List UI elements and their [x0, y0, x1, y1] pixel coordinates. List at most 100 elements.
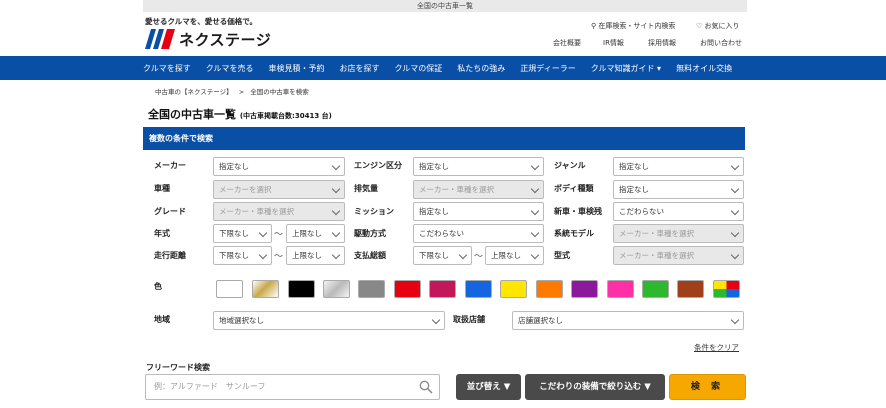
- color-swatch-orange[interactable]: [536, 280, 563, 298]
- heart-icon: ♡: [696, 22, 703, 30]
- nav-item-dealers[interactable]: 正規ディーラー: [520, 63, 575, 74]
- series-select[interactable]: メーカー・車種を選択: [613, 224, 744, 243]
- equipment-filter-button[interactable]: こだわりの装備で絞り込む ▼: [525, 374, 665, 400]
- color-swatch-other[interactable]: [713, 280, 740, 298]
- mileage-max-select[interactable]: 上限なし: [286, 246, 345, 265]
- grade-label: グレード: [154, 207, 186, 216]
- freeword-placeholder: 例：アルファード サンルーフ: [154, 382, 266, 391]
- total-range-tilde: 〜: [474, 252, 484, 262]
- body-label: ボディ種類: [554, 184, 594, 193]
- listing-count: (中古車掲載台数:30413 台): [239, 112, 332, 120]
- mission-select[interactable]: 指定なし: [413, 202, 544, 221]
- favorites-link[interactable]: ♡ お気に入り: [696, 21, 740, 31]
- store-select[interactable]: 店舗選択なし: [512, 311, 744, 330]
- genre-select[interactable]: 指定なし: [613, 157, 744, 176]
- search-section-header: 複数の条件で検索: [143, 127, 745, 150]
- total-label: 支払総額: [354, 251, 386, 260]
- recruit-link[interactable]: 採用情報: [648, 38, 676, 48]
- mileage-min-select[interactable]: 下限なし: [213, 246, 272, 265]
- clear-conditions-link[interactable]: 条件をクリア: [694, 342, 739, 353]
- color-swatch-gray[interactable]: [358, 280, 385, 298]
- nav-item-guide[interactable]: クルマ知識ガイド ▾: [591, 63, 661, 74]
- page-title-text: 全国の中古車一覧: [148, 108, 236, 121]
- top-banner: 全国の中古車一覧: [0, 0, 886, 12]
- tagline: 愛せるクルマを、愛せる価格で。: [145, 17, 257, 26]
- displacement-label: 排気量: [354, 184, 378, 193]
- type-label: 型式: [554, 251, 570, 260]
- company-link[interactable]: 会社概要: [553, 38, 581, 48]
- nav-item-buy[interactable]: クルマを探す: [143, 63, 191, 74]
- color-swatch-white[interactable]: [216, 280, 243, 298]
- color-swatch-red[interactable]: [394, 280, 421, 298]
- site-header: 愛せるクルマを、愛せる価格で。 ネクステージ ⚲ 在庫検索・サイト内検索 ♡ お…: [143, 12, 747, 55]
- model-label: 車種: [154, 184, 170, 193]
- engine-select[interactable]: 指定なし: [413, 157, 544, 176]
- nav-item-warranty[interactable]: クルマの保証: [395, 63, 443, 74]
- engine-label: エンジン区分: [354, 161, 402, 170]
- logo-mark-icon: [145, 29, 175, 49]
- nav-item-inspection[interactable]: 車検見積・予約: [269, 63, 325, 74]
- region-label: 地域: [154, 315, 170, 324]
- drive-select[interactable]: こだわらない: [413, 224, 544, 243]
- mission-label: ミッション: [354, 207, 394, 216]
- color-swatch-wine[interactable]: [429, 280, 456, 298]
- nav-item-stores[interactable]: お店を探す: [340, 63, 380, 74]
- breadcrumb-home[interactable]: 中古車の【ネクステージ】: [155, 88, 233, 96]
- color-swatch-purple[interactable]: [571, 280, 598, 298]
- year-range-tilde: 〜: [274, 230, 284, 240]
- region-select[interactable]: 地域選択なし: [213, 311, 445, 330]
- color-swatch-brown[interactable]: [677, 280, 704, 298]
- global-nav-inner: クルマを探す クルマを売る 車検見積・予約 お店を探す クルマの保証 私たちの強…: [143, 56, 747, 80]
- color-swatch-blue[interactable]: [465, 280, 492, 298]
- year-label: 年式: [154, 229, 170, 238]
- nav-item-sell[interactable]: クルマを売る: [206, 63, 254, 74]
- newused-select[interactable]: こだわらない: [613, 202, 744, 221]
- genre-label: ジャンル: [554, 161, 586, 170]
- mileage-range-tilde: 〜: [274, 252, 284, 262]
- color-swatch-pink[interactable]: [607, 280, 634, 298]
- logo-text: ネクステージ: [179, 30, 272, 49]
- maker-label: メーカー: [154, 161, 186, 170]
- search-button[interactable]: 検 索: [669, 374, 746, 400]
- nav-item-oil[interactable]: 無料オイル交換: [676, 63, 732, 74]
- store-label: 取扱店舗: [453, 315, 485, 324]
- color-swatch-yellow[interactable]: [500, 280, 527, 298]
- year-max-select[interactable]: 上限なし: [286, 224, 345, 243]
- favorites-label: お気に入り: [704, 22, 740, 30]
- breadcrumb-separator: >: [238, 88, 245, 96]
- nav-item-strengths[interactable]: 私たちの強み: [457, 63, 505, 74]
- search-icon[interactable]: [419, 380, 433, 394]
- page-title: 全国の中古車一覧 (中古車掲載台数:30413 台): [148, 106, 332, 122]
- total-max-select[interactable]: 上限なし: [485, 246, 544, 265]
- breadcrumb-current: 全国の中古車を検索: [250, 88, 309, 96]
- top-banner-inner: 全国の中古車一覧: [143, 0, 747, 12]
- freeword-input[interactable]: 例：アルファード サンルーフ: [145, 374, 440, 400]
- color-swatch-black[interactable]: [288, 280, 315, 298]
- color-swatch-green[interactable]: [642, 280, 669, 298]
- series-label: 系統モデル: [554, 229, 594, 238]
- color-swatch-gold[interactable]: [252, 280, 279, 298]
- mileage-label: 走行距離: [154, 251, 186, 260]
- site-search-link[interactable]: ⚲ 在庫検索・サイト内検索: [591, 21, 675, 31]
- site-search-label: 在庫検索・サイト内検索: [598, 22, 676, 30]
- top-banner-text: 全国の中古車一覧: [417, 2, 473, 10]
- grade-select[interactable]: メーカー・車種を選択: [213, 202, 345, 221]
- breadcrumb: 中古車の【ネクステージ】 > 全国の中古車を検索: [155, 86, 309, 96]
- maker-select[interactable]: 指定なし: [213, 157, 345, 176]
- displacement-select[interactable]: メーカー・車種を選択: [413, 180, 544, 199]
- type-select[interactable]: メーカー・車種を選択: [613, 246, 744, 265]
- global-nav: クルマを探す クルマを売る 車検見積・予約 お店を探す クルマの保証 私たちの強…: [0, 56, 886, 80]
- color-label: 色: [154, 282, 162, 291]
- site-logo[interactable]: ネクステージ: [145, 28, 271, 50]
- total-min-select[interactable]: 下限なし: [413, 246, 472, 265]
- freeword-label: フリーワード検索: [146, 363, 210, 372]
- sort-button[interactable]: 並び替え ▼: [456, 374, 521, 400]
- color-swatch-silver[interactable]: [323, 280, 350, 298]
- contact-link[interactable]: お問い合わせ: [700, 38, 742, 48]
- drive-label: 駆動方式: [354, 229, 386, 238]
- body-select[interactable]: 指定なし: [613, 180, 744, 199]
- model-select[interactable]: メーカーを選択: [213, 180, 345, 199]
- year-min-select[interactable]: 下限なし: [213, 224, 272, 243]
- search-icon: ⚲: [591, 22, 597, 30]
- ir-link[interactable]: IR情報: [603, 38, 624, 48]
